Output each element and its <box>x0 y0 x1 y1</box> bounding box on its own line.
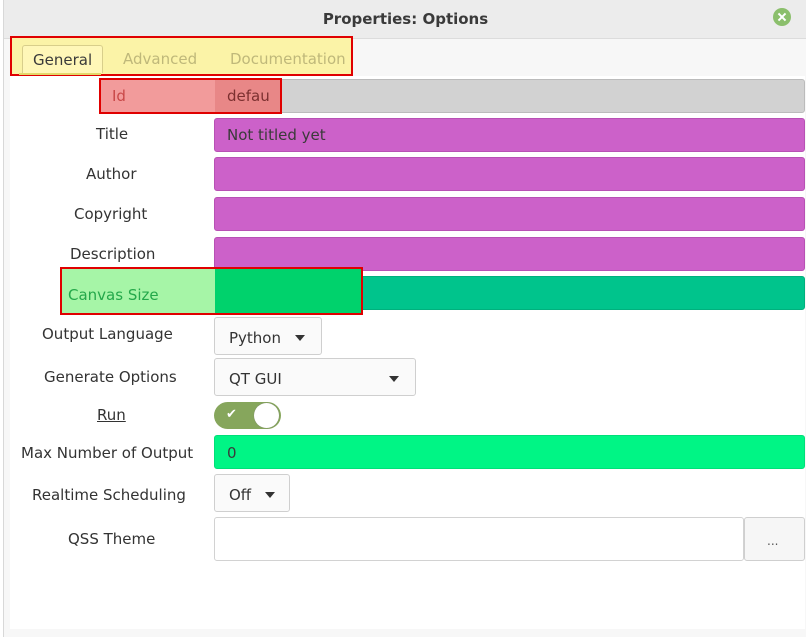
tab-general[interactable]: General <box>22 45 104 73</box>
generate-options-value: QT GUI <box>229 370 282 388</box>
qss-theme-input[interactable] <box>214 517 744 561</box>
tab-bar: General Advanced Documentation <box>10 36 353 76</box>
id-label: Id <box>112 87 126 105</box>
author-label: Author <box>86 165 137 183</box>
max-outputs-value: 0 <box>227 444 237 462</box>
id-field[interactable] <box>214 79 805 113</box>
canvas-size-highlight: Canvas Size <box>60 267 363 315</box>
run-label: Run <box>97 406 126 424</box>
run-toggle[interactable]: ✔ <box>214 402 281 429</box>
max-outputs-input[interactable]: 0 <box>214 435 805 469</box>
output-language-select[interactable]: Python <box>214 317 322 355</box>
active-tab-indicator <box>19 73 101 75</box>
id-value-highlight: defau <box>215 80 280 112</box>
generate-options-label: Generate Options <box>44 368 177 386</box>
title-label: Title <box>96 125 129 143</box>
qss-theme-label: QSS Theme <box>68 530 156 548</box>
chevron-down-icon <box>389 376 399 382</box>
max-outputs-label: Max Number of Output <box>21 444 194 462</box>
id-highlight: Id defau <box>99 78 282 114</box>
browse-label: ... <box>767 534 779 548</box>
canvas-size-label: Canvas Size <box>68 286 159 304</box>
check-icon: ✔ <box>226 407 237 422</box>
canvas-value-highlight[interactable] <box>215 269 361 313</box>
generate-options-select[interactable]: QT GUI <box>214 358 416 396</box>
close-icon[interactable] <box>773 8 791 26</box>
output-language-value: Python <box>229 329 281 347</box>
general-panel: Title Not titled yet Author Copyright De… <box>10 76 805 629</box>
chevron-down-icon <box>265 492 275 498</box>
realtime-scheduling-label: Realtime Scheduling <box>32 486 186 504</box>
output-language-label: Output Language <box>42 325 173 343</box>
copyright-input[interactable] <box>214 197 805 231</box>
realtime-scheduling-value: Off <box>229 486 252 504</box>
chevron-down-icon <box>295 335 305 341</box>
tab-documentation[interactable]: Documentation <box>230 50 346 68</box>
toggle-knob[interactable] <box>254 403 279 428</box>
realtime-scheduling-select[interactable]: Off <box>214 474 290 512</box>
title-bar: Properties: Options <box>4 0 806 39</box>
author-input[interactable] <box>214 157 805 191</box>
description-label: Description <box>70 245 156 263</box>
canvas-label-highlight: Canvas Size <box>62 269 215 313</box>
title-input[interactable]: Not titled yet <box>214 118 805 152</box>
browse-button[interactable]: ... <box>744 517 805 561</box>
window-title: Properties: Options <box>322 10 489 28</box>
title-value: Not titled yet <box>227 126 326 144</box>
id-label-highlight: Id <box>101 80 215 112</box>
id-value: defau <box>227 87 270 105</box>
properties-window: Properties: Options General Advanced Doc… <box>3 0 806 637</box>
copyright-label: Copyright <box>74 205 148 223</box>
tab-advanced[interactable]: Advanced <box>123 50 197 68</box>
description-input[interactable] <box>214 237 805 271</box>
